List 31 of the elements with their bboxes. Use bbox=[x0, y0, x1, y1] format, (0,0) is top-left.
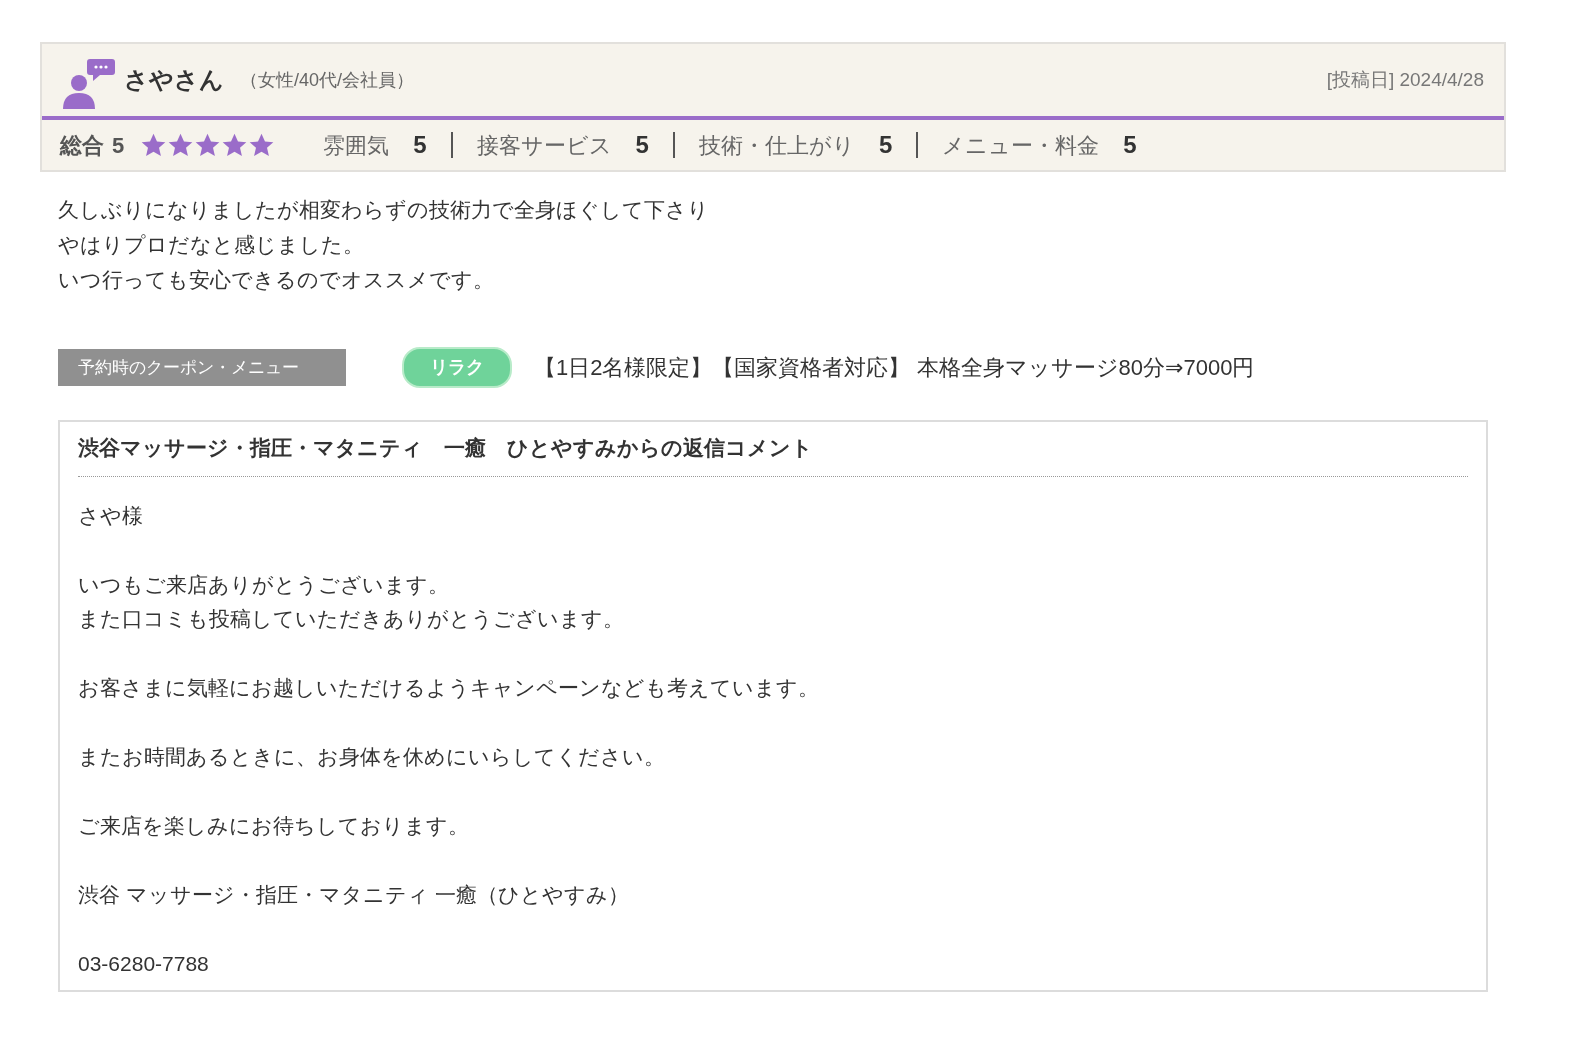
reply-paragraph: さや様 bbox=[78, 502, 144, 529]
posted-date: [投稿日] 2024/4/28 bbox=[1326, 67, 1484, 92]
star-icon bbox=[194, 131, 222, 159]
user-comment-icon bbox=[62, 57, 116, 111]
rating-label: 雰囲気 bbox=[323, 131, 390, 160]
reply-paragraph: いつもご来店ありがとうございます。 また口コミも投稿していただきありがとうございます。 bbox=[78, 571, 625, 632]
rating-score: 5 bbox=[635, 130, 649, 160]
star-icon bbox=[140, 131, 168, 159]
review-text: 久しぶりになりましたが相変わらずの技術力で全身ほぐして下さり やはりプロだなと感じました。 いつ行っても安心できるのでオススメです。 bbox=[57, 197, 710, 293]
reviewer-name: さやさん bbox=[124, 65, 224, 95]
category-tag: リラク bbox=[402, 347, 512, 388]
coupon-label: 予約時のクーポン・メニュー bbox=[58, 348, 346, 387]
star-icon bbox=[248, 131, 276, 159]
overall-label: 総合 bbox=[60, 131, 104, 160]
star-icon bbox=[167, 131, 195, 159]
rating-score: 5 bbox=[878, 130, 893, 160]
star-icon bbox=[221, 131, 249, 159]
overall-score: 5 bbox=[112, 131, 125, 160]
reply-title: 渋谷マッサージ・指圧・マタニティ 一癒 ひとやすみからの返信コメント bbox=[78, 432, 1468, 477]
reviewer-profile: （女性/40代/会社員） bbox=[240, 68, 415, 92]
reply-paragraph: 渋谷 マッサージ・指圧・マタニティ 一癒（ひとやすみ） bbox=[78, 882, 630, 908]
rating-label: 接客サービス bbox=[476, 131, 612, 160]
rating-label: メニュー・料金 bbox=[942, 131, 1100, 160]
rating-score: 5 bbox=[1123, 130, 1137, 160]
coupon-menu-text: 【1日2名様限定】【国家資格者対応】 本格全身マッサージ80分⇒7000円 bbox=[534, 354, 1255, 382]
rating-label: 技術・仕上がり bbox=[698, 131, 855, 160]
reply-paragraph: 03-6280-7788 bbox=[78, 951, 210, 977]
reply-paragraph: ご来店を楽しみにお待ちしております。 bbox=[78, 813, 470, 839]
reply-paragraph: お客さまに気軽にお越しいただけるようキャンペーンなども考えています。 bbox=[78, 675, 820, 701]
rating-score: 5 bbox=[413, 130, 427, 160]
reply-paragraph: またお時間あるときに、お身体を休めにいらしてください。 bbox=[78, 744, 666, 770]
